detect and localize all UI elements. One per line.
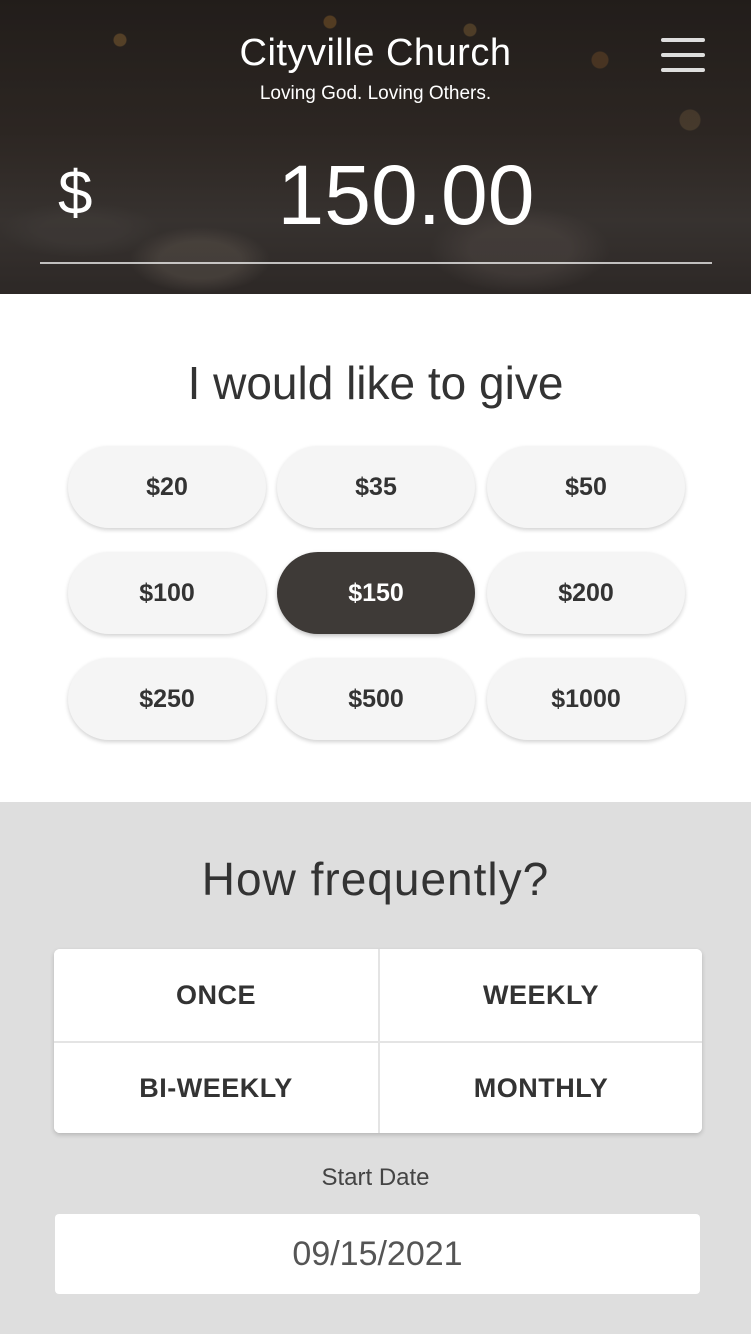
hamburger-menu-icon[interactable]: [661, 38, 705, 78]
frequency-monthly-button[interactable]: MONTHLY: [378, 1041, 702, 1133]
preset-250-button[interactable]: $250: [68, 658, 266, 740]
preset-50-button[interactable]: $50: [487, 446, 685, 528]
preset-20-button[interactable]: $20: [68, 446, 266, 528]
preset-200-button[interactable]: $200: [487, 552, 685, 634]
frequency-weekly-button[interactable]: WEEKLY: [378, 949, 702, 1041]
amount-underline: [40, 262, 712, 264]
church-tagline: Loving God. Loving Others.: [259, 83, 492, 104]
give-heading: I would like to give: [187, 357, 564, 409]
hero-header: Cityville Church Loving God. Loving Othe…: [0, 0, 751, 294]
frequency-once-button[interactable]: ONCE: [54, 949, 378, 1041]
start-date-label: Start Date: [321, 1164, 430, 1191]
frequency-biweekly-button[interactable]: BI-WEEKLY: [54, 1041, 378, 1133]
start-date-input[interactable]: [55, 1214, 700, 1294]
frequency-options: ONCE WEEKLY BI-WEEKLY MONTHLY: [54, 949, 702, 1133]
amount-input[interactable]: [100, 140, 712, 250]
preset-500-button[interactable]: $500: [277, 658, 475, 740]
preset-1000-button[interactable]: $1000: [487, 658, 685, 740]
currency-symbol: $: [58, 159, 93, 228]
preset-150-button[interactable]: $150: [277, 552, 475, 634]
give-section: I would like to give $20 $35 $50 $100 $1…: [0, 294, 751, 802]
church-name: Cityville Church: [239, 32, 512, 74]
preset-35-button[interactable]: $35: [277, 446, 475, 528]
preset-100-button[interactable]: $100: [68, 552, 266, 634]
frequency-heading: How frequently?: [201, 853, 550, 905]
